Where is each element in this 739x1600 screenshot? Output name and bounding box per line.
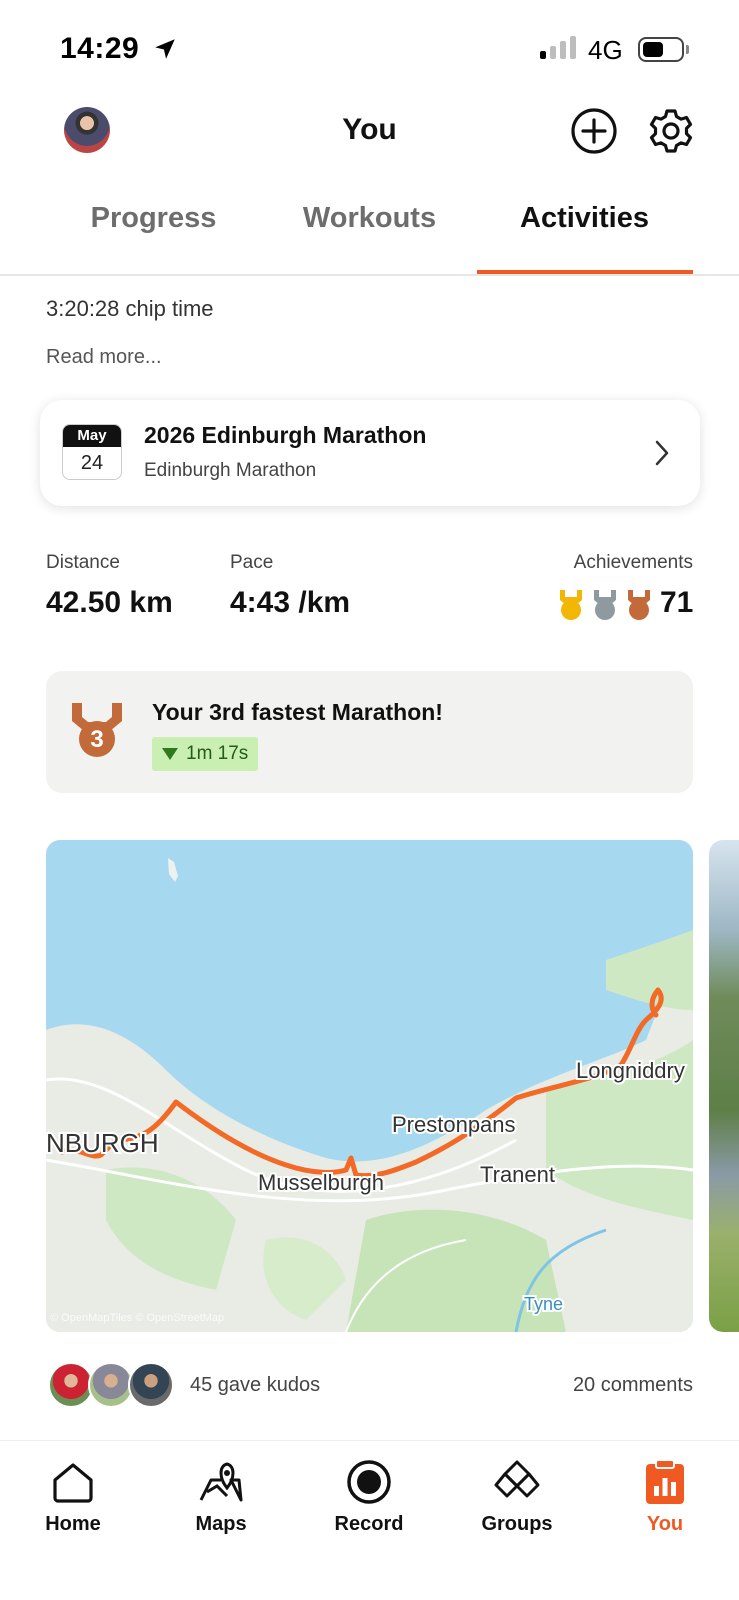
groups-icon [494, 1460, 540, 1498]
map-label: Tyne [524, 1294, 563, 1314]
tab-workouts[interactable]: Workouts [262, 202, 477, 235]
battery-icon [638, 37, 684, 62]
bronze-medal-icon: 3 [72, 703, 122, 757]
silver-medal-icon [594, 590, 616, 620]
nav-label: Maps [195, 1513, 247, 1535]
maps-icon [199, 1462, 243, 1502]
tab-bar: Progress Workouts Activities [0, 190, 739, 276]
route-map[interactable]: NBURGH Musselburgh Prestonpans Tranent L… [46, 840, 693, 1332]
page-title: You [342, 113, 397, 146]
settings-gear-icon[interactable] [647, 107, 695, 155]
map-attribution: © OpenMapTiles © OpenStreetMap [50, 1312, 225, 1324]
status-time: 14:29 [60, 32, 140, 65]
activity-photo-thumbnail[interactable] [709, 840, 739, 1332]
pace-value: 4:43 /km [230, 586, 351, 619]
you-icon [646, 1459, 684, 1504]
time-delta-badge: 1m 17s [152, 737, 259, 771]
event-title: 2026 Edinburgh Marathon [144, 422, 427, 448]
nav-label: Record [334, 1513, 404, 1535]
map-label: Tranent [480, 1162, 555, 1187]
home-icon [53, 1463, 93, 1503]
medal-rank: 3 [90, 726, 103, 753]
signal-icon [540, 36, 576, 59]
calendar-icon: May 24 [62, 424, 122, 480]
event-card[interactable]: May 24 2026 Edinburgh Marathon Edinburgh… [40, 400, 700, 506]
nav-label: Home [45, 1513, 101, 1535]
add-button[interactable] [570, 107, 618, 155]
event-month: May [63, 425, 121, 447]
map-label: Musselburgh [258, 1170, 384, 1195]
nav-groups[interactable]: Groups [457, 1453, 577, 1536]
nav-label: Groups [481, 1513, 553, 1535]
kudos-count[interactable]: 45 gave kudos [190, 1374, 320, 1397]
nav-record[interactable]: Record [309, 1453, 429, 1536]
network-type: 4G [588, 35, 623, 65]
nav-you[interactable]: You [605, 1453, 725, 1536]
active-tab-indicator [477, 270, 693, 274]
nav-home[interactable]: Home [13, 1453, 133, 1536]
chevron-right-icon [655, 440, 669, 466]
event-subtitle: Edinburgh Marathon [144, 460, 317, 481]
status-bar: 14:29 4G [0, 0, 739, 90]
location-arrow-icon [155, 39, 175, 59]
event-day: 24 [80, 452, 104, 474]
avatar [128, 1362, 174, 1408]
kudos-row[interactable]: 45 gave kudos 20 comments [0, 1362, 739, 1412]
best-effort-card[interactable]: 3 Your 3rd fastest Marathon! 1m 17s [46, 671, 693, 793]
bronze-medal-icon [628, 590, 650, 620]
record-icon [347, 1460, 391, 1504]
header: You [0, 95, 739, 175]
bottom-navigation: Home Maps Record Groups You [0, 1440, 739, 1600]
read-more-link[interactable]: Read more... [46, 346, 162, 369]
map-label: Prestonpans [392, 1112, 516, 1137]
best-effort-title: Your 3rd fastest Marathon! [152, 699, 443, 725]
map-label: Longniddry [576, 1058, 685, 1083]
map-label: NBURGH [46, 1128, 159, 1158]
gold-medal-icon [560, 590, 582, 620]
nav-label: You [646, 1513, 684, 1535]
activity-description: 3:20:28 chip time [46, 296, 214, 321]
battery-tip [686, 45, 689, 54]
comments-count[interactable]: 20 comments [573, 1374, 693, 1397]
time-delta: 1m 17s [186, 743, 249, 764]
activity-stats: Distance 42.50 km Pace 4:43 /km Achievem… [0, 552, 739, 632]
achievements-count: 71 [660, 586, 694, 619]
achievement-medals[interactable] [556, 588, 654, 622]
map-canvas: NBURGH Musselburgh Prestonpans Tranent L… [46, 840, 693, 1332]
tab-progress[interactable]: Progress [46, 202, 261, 235]
down-triangle-icon [162, 748, 178, 760]
achievements-label: Achievements [573, 552, 693, 573]
tab-activities[interactable]: Activities [477, 202, 692, 235]
nav-maps[interactable]: Maps [161, 1453, 281, 1536]
pace-label: Pace [230, 552, 274, 573]
distance-label: Distance [46, 552, 120, 573]
distance-value: 42.50 km [46, 586, 173, 619]
